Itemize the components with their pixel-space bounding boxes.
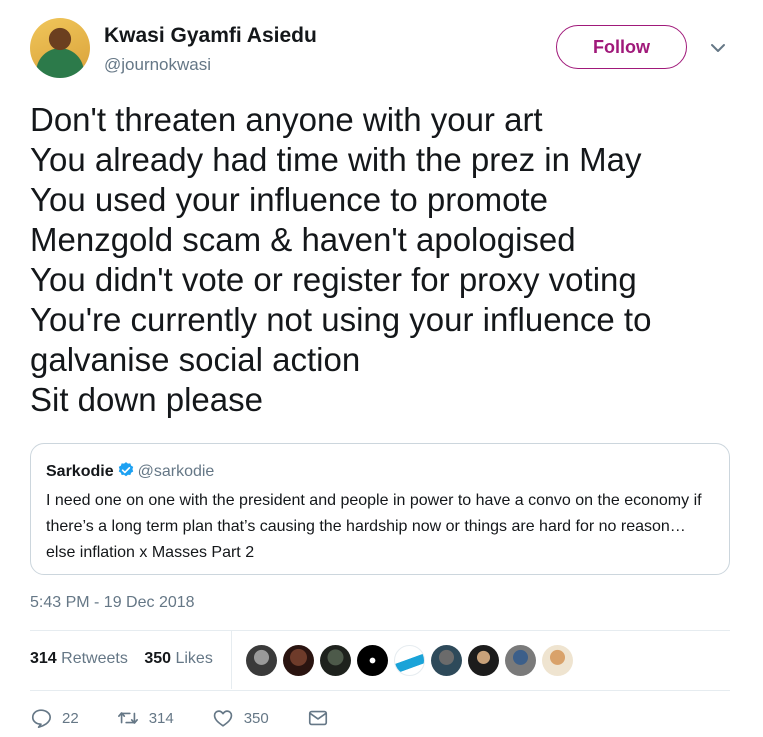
divider	[30, 690, 730, 691]
chevron-down-icon[interactable]	[708, 38, 728, 58]
like-action[interactable]: 350	[212, 707, 269, 729]
tweet-header: Kwasi Gyamfi Asiedu @journokwasi Follow	[30, 18, 740, 82]
divider	[30, 630, 730, 631]
liker-avatar[interactable]	[246, 645, 277, 676]
liker-avatar[interactable]	[320, 645, 351, 676]
tweet-stats: 314 Retweets 350 Likes	[30, 650, 225, 668]
retweets-label: Retweets	[61, 650, 128, 667]
retweets-stat[interactable]: 314 Retweets	[30, 650, 128, 667]
quoted-author-name: Sarkodie	[46, 463, 114, 480]
tweet-actions: 22 314 350	[30, 707, 377, 729]
author-avatar[interactable]	[30, 18, 90, 78]
liker-avatar[interactable]	[394, 645, 425, 676]
like-icon	[213, 710, 232, 727]
liker-avatar[interactable]	[283, 645, 314, 676]
direct-message-action[interactable]	[307, 707, 339, 729]
quoted-tweet-text: I need one on one with the president and…	[46, 492, 702, 561]
message-icon	[308, 710, 327, 726]
liker-avatars	[246, 645, 573, 676]
liker-avatar[interactable]	[468, 645, 499, 676]
liker-avatar[interactable]	[542, 645, 573, 676]
reply-action[interactable]: 22	[30, 707, 79, 729]
likes-label: Likes	[175, 650, 213, 667]
liker-avatar[interactable]	[505, 645, 536, 676]
author-handle[interactable]: @journokwasi	[104, 55, 211, 75]
quoted-tweet-header: Sarkodie @sarkodie	[46, 461, 714, 482]
liker-avatar[interactable]	[357, 645, 388, 676]
tweet-timestamp[interactable]: 5:43 PM - 19 Dec 2018	[30, 594, 195, 612]
liker-avatar[interactable]	[431, 645, 462, 676]
retweet-count: 314	[148, 709, 174, 727]
verified-badge-icon	[118, 462, 133, 477]
follow-button[interactable]: Follow	[556, 25, 687, 69]
likes-stat[interactable]: 350 Likes	[144, 650, 213, 667]
like-count: 350	[243, 709, 269, 727]
retweet-action[interactable]: 314	[117, 707, 174, 729]
tweet-text: Don't threaten anyone with your art You …	[30, 101, 652, 418]
retweets-count: 314	[30, 650, 57, 667]
quoted-tweet[interactable]: Sarkodie @sarkodie I need one on one wit…	[30, 443, 730, 575]
stats-separator	[231, 631, 232, 689]
quoted-author-handle: @sarkodie	[137, 463, 215, 480]
author-name[interactable]: Kwasi Gyamfi Asiedu	[104, 24, 317, 48]
likes-count: 350	[144, 650, 172, 667]
reply-icon	[31, 709, 51, 728]
reply-count: 22	[62, 709, 79, 727]
retweet-icon	[117, 712, 138, 724]
